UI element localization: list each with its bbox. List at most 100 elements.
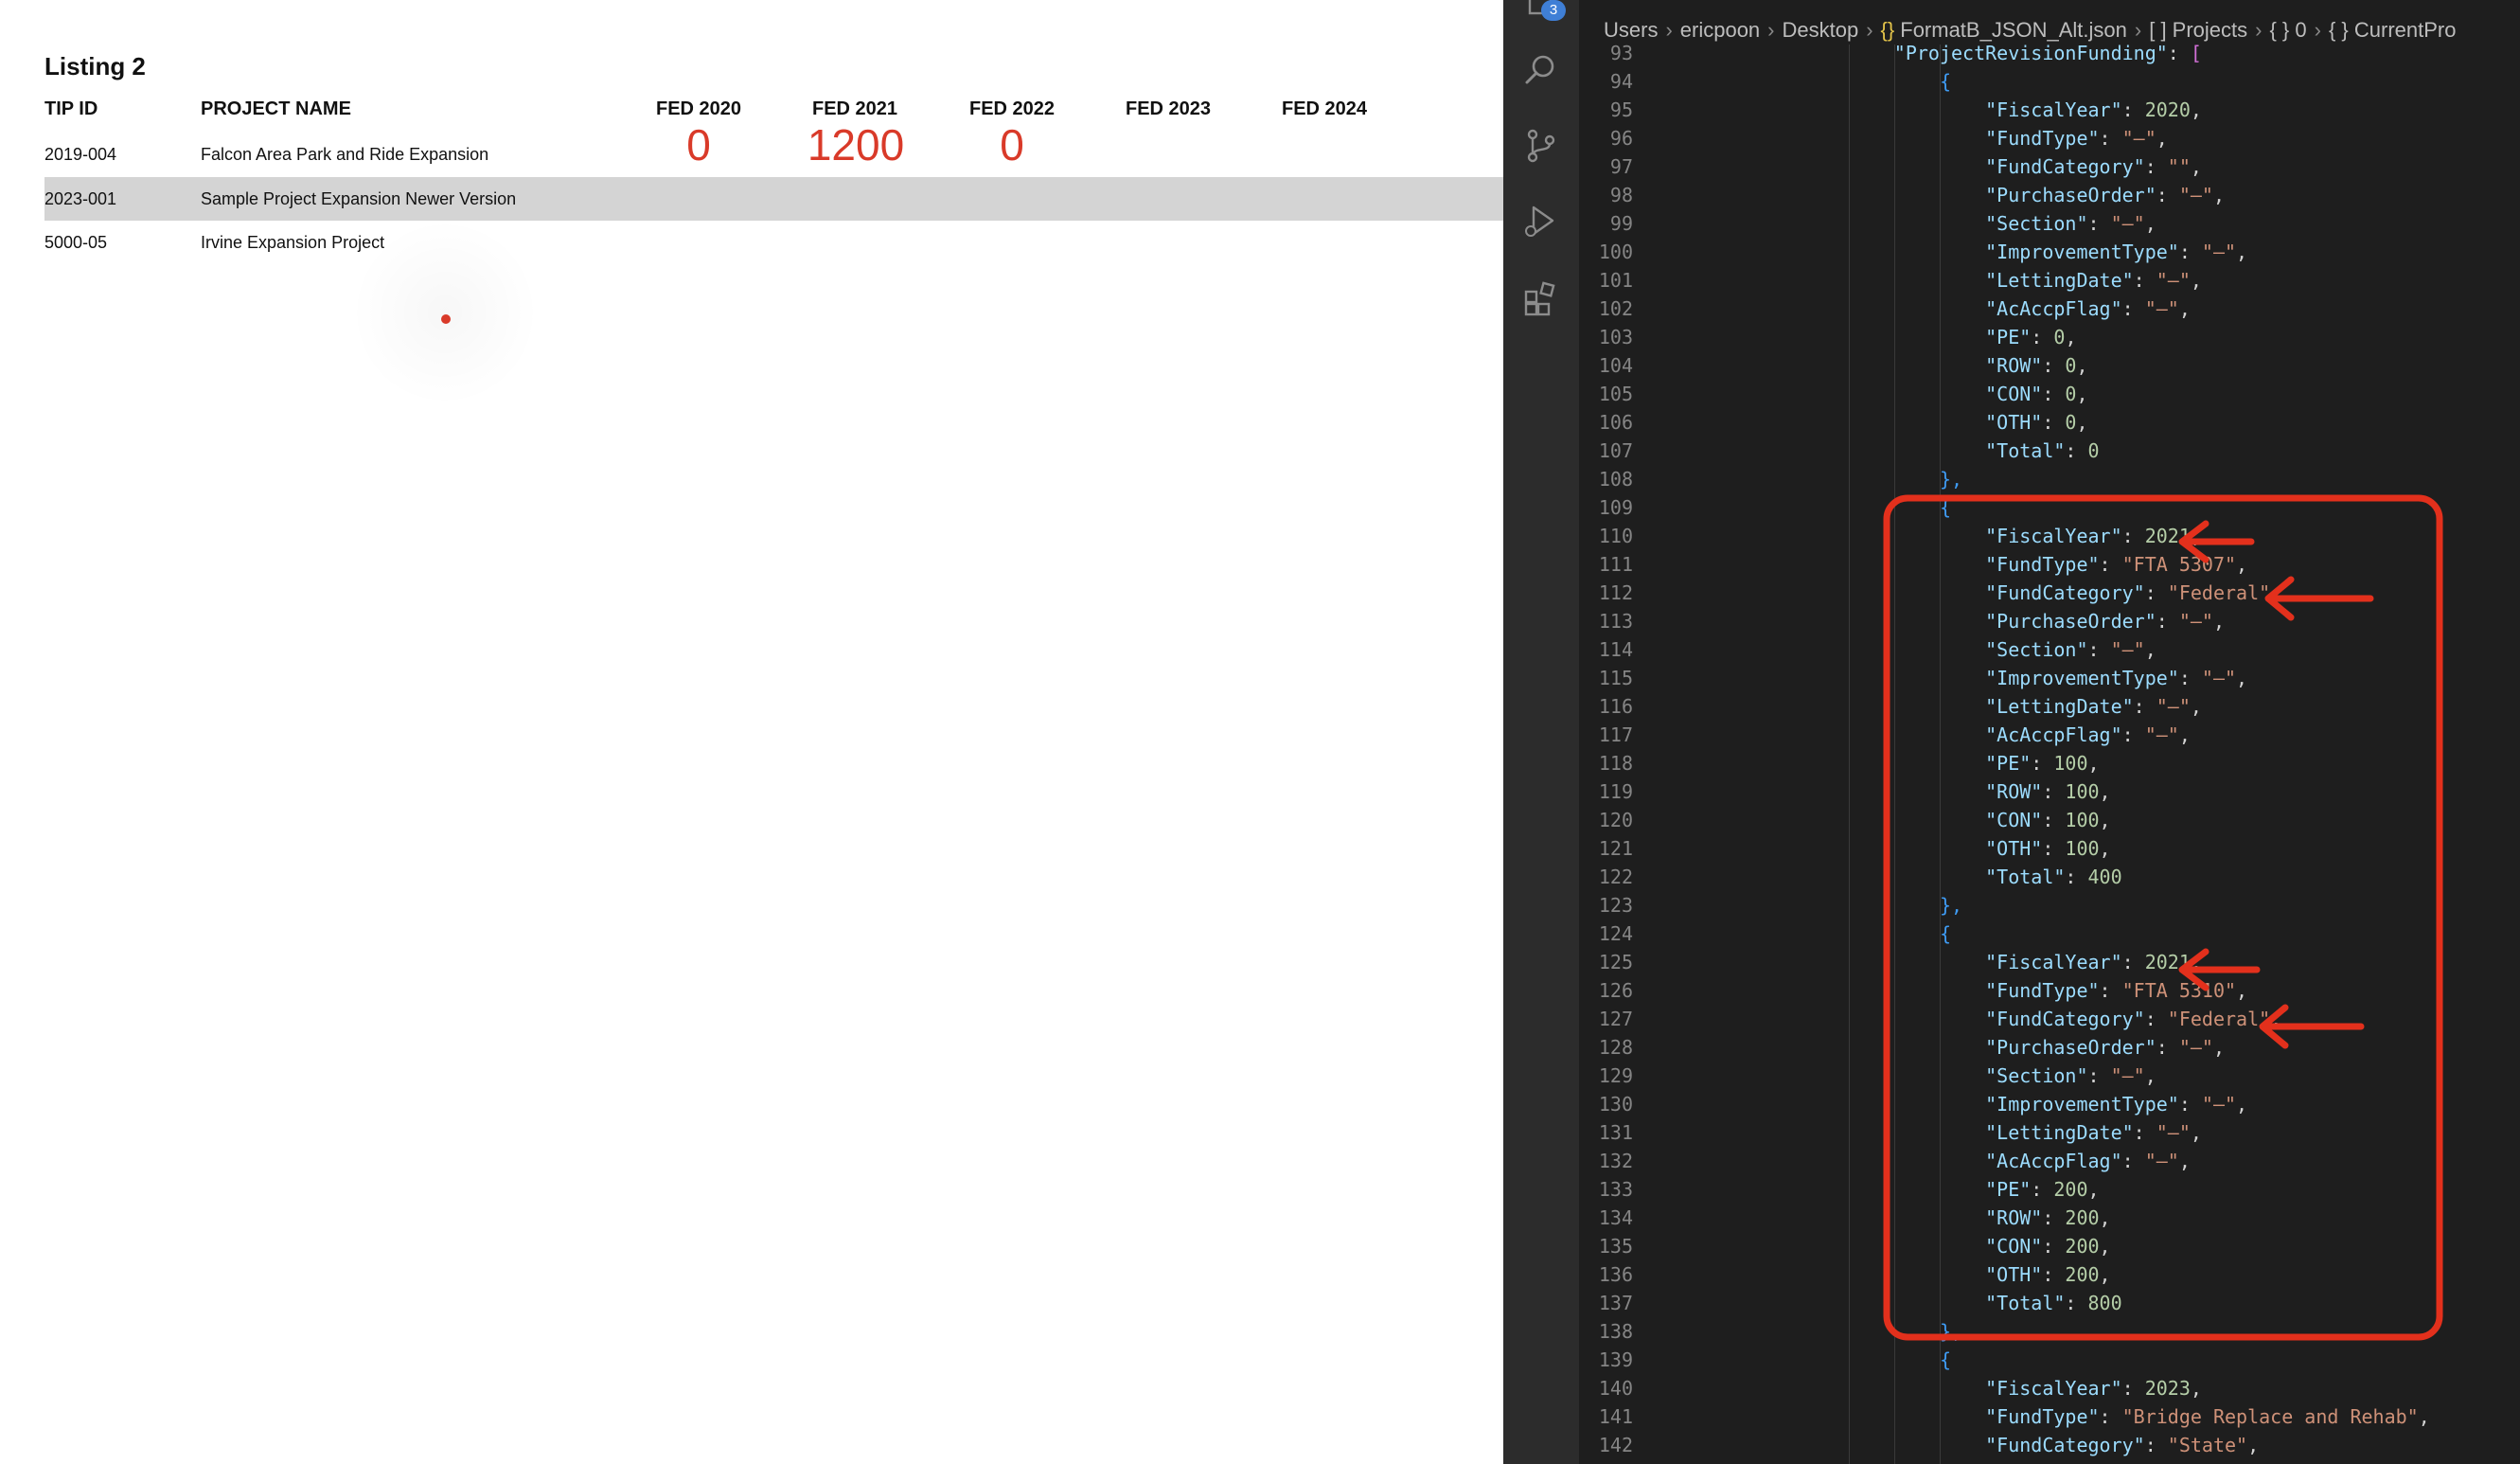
breadcrumb-item[interactable]: Users (1604, 18, 1658, 42)
code-line[interactable]: 100 "ImprovementType": "–", (1579, 238, 2520, 266)
line-source: "Section": "–", (1985, 209, 2156, 238)
code-line[interactable]: 125 "FiscalYear": 2021, (1579, 948, 2520, 976)
code-line[interactable]: 124 { (1579, 919, 2520, 948)
project-name-cell: Falcon Area Park and Ride Expansion (201, 145, 489, 164)
quote: " (1985, 1434, 1997, 1456)
line-source: "OTH": 0, (1985, 408, 2087, 437)
code-line[interactable]: 140 "FiscalYear": 2023, (1579, 1374, 2520, 1402)
code-line[interactable]: 116 "LettingDate": "–", (1579, 692, 2520, 721)
code-line[interactable]: 108}, (1579, 465, 2520, 493)
table-row[interactable]: 2019-004 Falcon Area Park and Ride Expan… (44, 123, 1503, 176)
code-line[interactable]: 141 "FundType": "Bridge Replace and Rehab… (1579, 1402, 2520, 1431)
json-number: 100 (2065, 837, 2100, 860)
code-line[interactable]: 97 "FundCategory": "", (1579, 152, 2520, 181)
quote: " (2167, 241, 2179, 263)
code-line[interactable]: 131 "LettingDate": "–", (1579, 1118, 2520, 1147)
code-line[interactable]: 107 "Total": 0 (1579, 437, 2520, 465)
breadcrumb-item[interactable]: Desktop (1783, 18, 1859, 42)
source-control-icon[interactable] (1522, 127, 1560, 165)
code-line[interactable]: 127 "FundCategory": "Federal", (1579, 1005, 2520, 1033)
line-source: "FiscalYear": 2023, (1985, 1374, 2202, 1402)
code-line[interactable]: 120 "CON": 100, (1579, 806, 2520, 834)
code-line[interactable]: 117 "AcAccpFlag": "–", (1579, 721, 2520, 749)
breadcrumb-item[interactable]: [ ] Projects (2149, 18, 2247, 42)
table-row[interactable]: 2023-001 Sample Project Expansion Newer … (44, 177, 1503, 221)
code-line[interactable]: 106 "OTH": 0, (1579, 408, 2520, 437)
code-line[interactable]: 111 "FundType": "FTA 5307", (1579, 550, 2520, 579)
code-line[interactable]: 126 "FundType": "FTA 5310", (1579, 976, 2520, 1005)
code-line[interactable]: 129 "Section": "–", (1579, 1062, 2520, 1090)
code-line[interactable]: 133 "PE": 200, (1579, 1175, 2520, 1204)
table-row[interactable]: 5000-05 Irvine Expansion Project (44, 221, 1503, 264)
line-number: 129 (1598, 1064, 1633, 1087)
breadcrumb-item[interactable]: { } CurrentPro (2329, 18, 2457, 42)
code-line[interactable]: 138}, (1579, 1317, 2520, 1346)
code-line[interactable]: 139 { (1579, 1346, 2520, 1374)
line-number: 96 (1609, 127, 1633, 150)
code-line[interactable]: 118 "PE": 100, (1579, 749, 2520, 777)
json-number: 2021 (2144, 525, 2191, 547)
code-line[interactable]: 137 "Total": 800 (1579, 1289, 2520, 1317)
code-line[interactable]: 119 "ROW": 100, (1579, 777, 2520, 806)
code-line[interactable]: 134 "ROW": 200, (1579, 1204, 2520, 1232)
code-line[interactable]: 110 "FiscalYear": 2021, (1579, 522, 2520, 550)
code-line[interactable]: 142 "FundCategory": "State", (1579, 1431, 2520, 1459)
fed-2022-value: 0 (1000, 120, 1024, 170)
quote: " (2053, 439, 2066, 462)
code-line[interactable]: 109 { (1579, 493, 2520, 522)
line-source: "PurchaseOrder": "–", (1985, 607, 2225, 635)
json-number: 800 (2087, 1292, 2122, 1314)
code-line[interactable]: 112 "FundCategory": "Federal", (1579, 579, 2520, 607)
line-source: { (1940, 493, 1951, 522)
code-line[interactable]: 99 "Section": "–", (1579, 209, 2520, 238)
code-line[interactable]: 136 "OTH": 200, (1579, 1260, 2520, 1289)
extensions-icon[interactable] (1522, 278, 1560, 316)
line-number: 107 (1598, 439, 1633, 462)
code-line[interactable]: 102 "AcAccpFlag": "–", (1579, 295, 2520, 323)
quote: " (1985, 1263, 1997, 1286)
colon: : (2031, 1178, 2054, 1201)
code-line[interactable]: 115 "ImprovementType": "–", (1579, 664, 2520, 692)
code-line[interactable]: 94 { (1579, 67, 2520, 96)
quote: " (1985, 752, 1997, 775)
code-line[interactable]: 113 "PurchaseOrder": "–", (1579, 607, 2520, 635)
code-area[interactable]: 93 "ProjectRevisionFunding": [94{95 "Fisca… (1579, 45, 2520, 1464)
json-key: FundCategory (1996, 1434, 2134, 1456)
line-number: 105 (1598, 383, 1633, 405)
search-icon[interactable] (1522, 51, 1560, 89)
code-line[interactable]: 96 "FundType": "–", (1579, 124, 2520, 152)
line-source: { (1940, 67, 1951, 96)
code-line[interactable]: 135 "CON": 200, (1579, 1232, 2520, 1260)
code-line[interactable]: 101 "LettingDate": "–", (1579, 266, 2520, 295)
comma: , (2236, 241, 2248, 263)
line-source: "LettingDate": "–", (1985, 266, 2202, 295)
code-line[interactable]: 114 "Section": "–", (1579, 635, 2520, 664)
code-line[interactable]: 103 "PE": 0, (1579, 323, 2520, 351)
code-line[interactable]: 95 "FiscalYear": 2020, (1579, 96, 2520, 124)
comma: , (2099, 837, 2111, 860)
quote: " (2076, 1064, 2088, 1087)
comma: , (2270, 581, 2282, 604)
comma: , (2190, 695, 2202, 718)
line-source: "Section": "–", (1985, 635, 2156, 664)
code-line[interactable]: 104 "ROW": 0, (1579, 351, 2520, 380)
breadcrumb-item[interactable]: { } 0 (2269, 18, 2306, 42)
code-line[interactable]: 132 "AcAccpFlag": "–", (1579, 1147, 2520, 1175)
code-line[interactable]: 122 "Total": 400 (1579, 863, 2520, 891)
code-line[interactable]: 93 "ProjectRevisionFunding": [ (1579, 45, 2520, 67)
code-line[interactable]: 98 "PurchaseOrder": "–", (1579, 181, 2520, 209)
quote: " (1985, 184, 1997, 206)
line-source: "FundType": "–", (1985, 124, 2168, 152)
line-number: 112 (1598, 581, 1633, 604)
quote: " (2087, 553, 2100, 576)
code-line[interactable]: 105 "CON": 0, (1579, 380, 2520, 408)
code-line[interactable]: 128 "PurchaseOrder": "–", (1579, 1033, 2520, 1062)
code-line[interactable]: 130 "ImprovementType": "–", (1579, 1090, 2520, 1118)
colon: : (2133, 695, 2156, 718)
json-key: FundType (1996, 979, 2088, 1002)
breadcrumb-item[interactable]: ericpoon (1680, 18, 1760, 42)
code-line[interactable]: 121 "OTH": 100, (1579, 834, 2520, 863)
code-line[interactable]: 123}, (1579, 891, 2520, 919)
breadcrumb-file[interactable]: FormatB_JSON_Alt.json (1900, 18, 2127, 42)
run-debug-icon[interactable] (1522, 203, 1560, 241)
